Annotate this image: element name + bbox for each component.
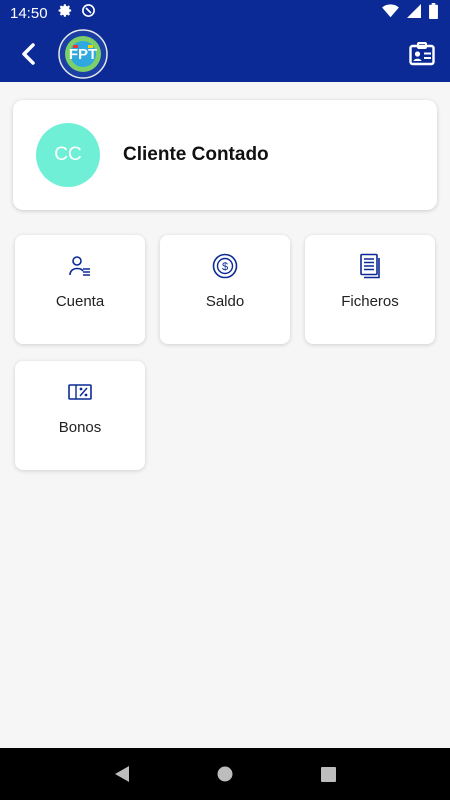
status-time: 14:50 [10, 4, 48, 22]
svg-text:$: $ [222, 261, 228, 273]
files-icon [357, 253, 383, 279]
voucher-percent-icon [67, 379, 93, 405]
triangle-back-icon [114, 766, 129, 782]
nav-home-button[interactable] [205, 754, 245, 794]
back-button[interactable] [6, 32, 50, 76]
client-profile-card[interactable]: CC Cliente Contado [13, 100, 437, 210]
id-card-button[interactable] [404, 36, 440, 72]
wifi-icon [382, 3, 399, 23]
chevron-left-icon [22, 43, 35, 65]
settings-gear-icon [58, 3, 73, 23]
nav-back-button[interactable] [102, 754, 142, 794]
data-saver-icon [81, 3, 96, 23]
tile-bonos[interactable]: Bonos [15, 361, 145, 470]
tile-label: Cuenta [55, 293, 105, 310]
client-name: Cliente Contado [123, 144, 269, 165]
tile-label: Saldo [205, 293, 245, 310]
id-card-icon [409, 42, 435, 66]
avatar: CC [36, 123, 100, 187]
cellular-signal-icon [407, 3, 421, 23]
tile-label: Bonos [58, 419, 102, 436]
fpt-logo: FPT [58, 29, 108, 79]
tile-ficheros[interactable]: Ficheros [305, 235, 435, 344]
system-nav-bar [0, 748, 450, 800]
circle-home-icon [217, 766, 233, 782]
tile-saldo[interactable]: $ Saldo [160, 235, 290, 344]
tile-label: Ficheros [341, 293, 399, 310]
tile-cuenta[interactable]: Cuenta [15, 235, 145, 344]
app-bar: FPT [0, 26, 450, 82]
battery-icon [429, 2, 438, 24]
status-bar: 14:50 [0, 0, 450, 26]
user-list-icon [67, 253, 93, 279]
dollar-coin-icon: $ [212, 253, 238, 279]
square-recents-icon [320, 766, 336, 782]
nav-recents-button[interactable] [308, 754, 348, 794]
svg-text:FPT: FPT [69, 46, 97, 63]
